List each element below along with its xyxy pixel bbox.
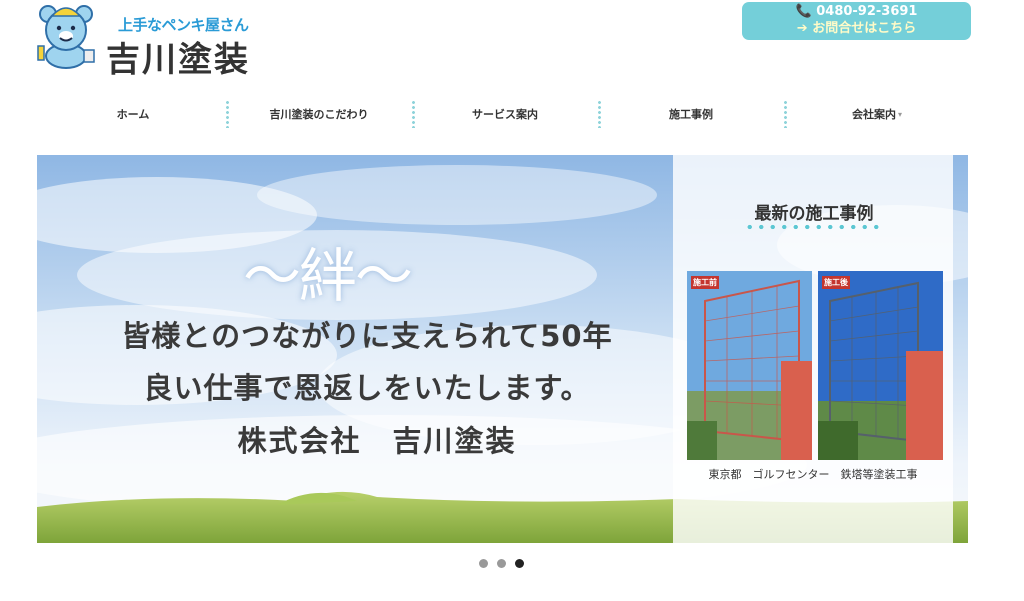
nav-item-label: サービス案内 [472, 108, 538, 121]
slider-pagination [479, 559, 524, 568]
nav-item-label: ホーム [116, 108, 150, 121]
panel-title: 最新の施工事例 [754, 204, 874, 224]
nav-item-works[interactable]: 施工事例 [598, 96, 784, 132]
slider-dot-3[interactable] [515, 559, 524, 568]
nav-item-services[interactable]: サービス案内 [412, 96, 598, 132]
steel-tower-after-image [818, 271, 943, 460]
nav-item-label: 吉川塗装のこだわり [269, 108, 369, 121]
phone-number[interactable]: 📞 0480-92-3691 [742, 3, 971, 20]
works-caption[interactable]: 東京都 ゴルフセンター 鉄塔等塗装工事 [673, 466, 953, 482]
dotted-divider [744, 224, 880, 230]
slider-dot-1[interactable] [479, 559, 488, 568]
nav-item-commitment[interactable]: 吉川塗装のこだわり [226, 96, 412, 132]
company-name: 吉川塗装 [106, 40, 250, 80]
nav-item-label: 施工事例 [669, 108, 713, 121]
contact-button[interactable]: 📞 0480-92-3691 ➔ お問合せはこちら [742, 2, 971, 40]
hero-company-line: 株式会社 吉川塗装 [237, 424, 517, 458]
nav-item-home[interactable]: ホーム [40, 96, 226, 132]
nav-item-label: 会社案内 [851, 108, 896, 121]
nav-item-company[interactable]: 会社案内 ▾ [784, 96, 970, 132]
slider-dot-2[interactable] [497, 559, 506, 568]
after-photo: 施工後 [818, 271, 943, 460]
hero-message-line2: 良い仕事で恩返しをいたします。 [143, 371, 591, 405]
inquiry-link[interactable]: ➔ お問合せはこちら [742, 20, 971, 37]
hero-message-line1: 皆様とのつながりに支えられて50年 [121, 319, 613, 353]
latest-works-panel[interactable]: 最新の施工事例 施工前 施工後 東京都 ゴルフセンター 鉄塔等塗装工事 [673, 155, 953, 543]
after-tag: 施工後 [822, 276, 850, 289]
site-logo[interactable]: 上手なペンキ屋さん 吉川塗装 [34, 2, 274, 80]
before-photo: 施工前 [687, 271, 812, 460]
steel-tower-before-image [687, 271, 812, 460]
main-nav: ホーム 吉川塗装のこだわり サービス案内 施工事例 会社案内 ▾ [40, 96, 970, 132]
hero-slider[interactable]: 〜絆〜 皆様とのつながりに支えられて50年 良い仕事で恩返しをいたします。 株式… [37, 155, 968, 543]
bear-mascot-icon [37, 5, 95, 69]
chevron-down-icon: ▾ [897, 109, 902, 119]
before-tag: 施工前 [691, 276, 719, 289]
hero-kizuna-heading: 〜絆〜 [242, 242, 413, 310]
